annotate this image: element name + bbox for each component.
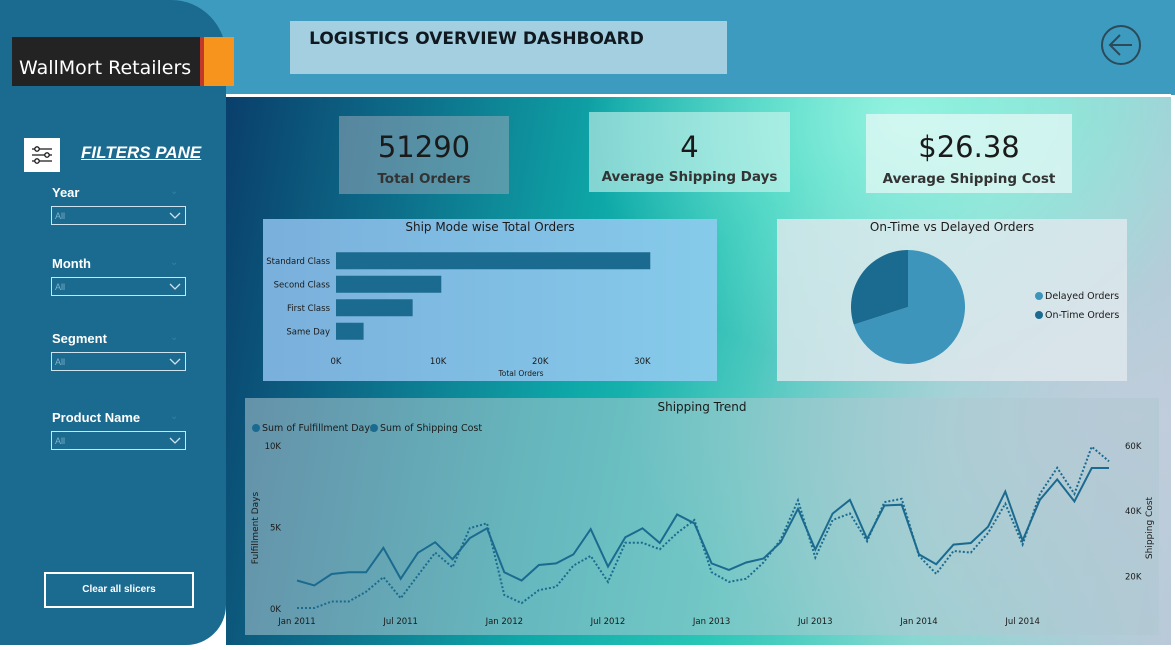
- filters-pane-title: FILTERS PANE: [81, 143, 202, 162]
- x-tick-label: 0K: [331, 357, 342, 367]
- x-tick-label: 20K: [532, 357, 549, 367]
- kpi-label: Average Shipping Cost: [882, 171, 1056, 187]
- year-filter-select[interactable]: All: [51, 206, 186, 225]
- bar-category-label: Second Class: [274, 280, 331, 290]
- back-arrow-icon[interactable]: [1100, 24, 1142, 66]
- y2-axis-title: Shipping Cost: [1145, 496, 1155, 559]
- page-title: LOGISTICS OVERVIEW DASHBOARD: [309, 29, 644, 49]
- y-tick-label: 5K: [270, 524, 281, 534]
- brand-logo: WallMort Retailers: [12, 37, 234, 86]
- y-tick-label: 10K: [265, 442, 282, 452]
- kpi-label: Average Shipping Days: [601, 169, 778, 185]
- bar-category-label: Standard Class: [266, 257, 330, 267]
- legend-label: On-Time Orders: [1045, 310, 1119, 321]
- legend-swatch: [252, 424, 260, 432]
- legend-swatch: [370, 424, 378, 432]
- product-name-filter-select[interactable]: All: [51, 431, 186, 450]
- x-tick-label: Jan 2012: [485, 617, 523, 627]
- year-collapse-chevron-icon[interactable]: ⌄: [170, 186, 178, 197]
- product-name-collapse-chevron-icon[interactable]: ⌄: [170, 411, 178, 422]
- x-tick-label: 30K: [634, 357, 651, 367]
- on-time-vs-delayed-pie-panel: On-Time vs Delayed Orders Delayed Orders…: [777, 219, 1127, 381]
- dashboard-title-box: LOGISTICS OVERVIEW DASHBOARD: [290, 21, 727, 74]
- month-collapse-chevron-icon[interactable]: ⌄: [170, 257, 178, 268]
- kpi-card-average-shipping-cost: $26.38 Average Shipping Cost: [866, 114, 1072, 193]
- chevron-down-icon: [169, 283, 181, 290]
- product-name-filter-value: All: [55, 436, 66, 446]
- year-filter-value: All: [55, 211, 66, 221]
- x-tick-label: 10K: [430, 357, 447, 367]
- logo-orange-block: [204, 37, 234, 86]
- ship-mode-bar-chart: Standard Class Second Class First Class Sam…: [266, 252, 651, 378]
- x-tick-label: Jan 2013: [692, 617, 730, 627]
- legend-label: Sum of Fulfillment Days: [262, 423, 375, 434]
- month-filter-select[interactable]: All: [51, 277, 186, 296]
- bar-category-label: Same Day: [286, 327, 330, 337]
- fulfillment-days-line: [296, 467, 1109, 587]
- kpi-card-average-shipping-days: 4 Average Shipping Days: [589, 112, 790, 192]
- segment-filter-value: All: [55, 357, 66, 367]
- x-axis-title: Total Orders: [497, 369, 543, 378]
- kpi-value: $26.38: [918, 130, 1020, 164]
- shipping-trend-line-chart: Sum of Fulfillment Days Sum of Shipping C…: [251, 423, 1155, 627]
- year-filter-label: Year: [52, 185, 80, 200]
- x-tick-label: Jul 2014: [1004, 617, 1040, 627]
- sliders-icon: [32, 146, 52, 164]
- chevron-down-icon: [169, 212, 181, 219]
- bar-category-label: First Class: [287, 304, 331, 314]
- legend-swatch: [1035, 292, 1043, 300]
- bar: [336, 252, 651, 270]
- month-filter-label: Month: [52, 256, 91, 271]
- kpi-card-total-orders: 51290 Total Orders: [339, 116, 509, 194]
- y-axis-title: Fulfillment Days: [251, 491, 261, 564]
- kpi-value: 4: [680, 130, 699, 164]
- x-tick-label: Jul 2012: [590, 617, 626, 627]
- on-time-vs-delayed-pie-chart: Delayed Orders On-Time Orders: [851, 250, 1119, 364]
- y2-tick-label: 40K: [1125, 507, 1142, 517]
- x-tick-label: Jul 2013: [797, 617, 833, 627]
- y2-tick-label: 60K: [1125, 442, 1142, 452]
- bar: [336, 275, 442, 293]
- month-filter-value: All: [55, 282, 66, 292]
- legend-label: Sum of Shipping Cost: [380, 423, 482, 434]
- kpi-value: 51290: [377, 130, 471, 164]
- product-name-filter-label: Product Name: [52, 410, 141, 425]
- segment-filter-select[interactable]: All: [51, 352, 186, 371]
- kpi-label: Total Orders: [377, 171, 471, 187]
- chevron-down-icon: [169, 437, 181, 444]
- shipping-trend-panel: Shipping Trend Sum of Fulfillment Days Su…: [245, 398, 1159, 635]
- clear-all-slicers-button[interactable]: Clear all slicers: [44, 572, 194, 608]
- segment-collapse-chevron-icon[interactable]: ⌄: [170, 332, 178, 343]
- chevron-down-icon: [169, 358, 181, 365]
- x-tick-label: Jul 2011: [382, 617, 418, 627]
- bar: [336, 322, 364, 340]
- x-tick-label: Jan 2011: [277, 617, 315, 627]
- y-tick-label: 0K: [270, 605, 281, 615]
- filters-toggle-button[interactable]: [24, 138, 60, 172]
- ship-mode-bar-chart-panel: Ship Mode wise Total Orders Standard Cla…: [263, 219, 717, 381]
- legend-label: Delayed Orders: [1045, 291, 1119, 302]
- segment-filter-label: Segment: [52, 331, 107, 346]
- filters-sidebar: WallMort Retailers FILTERS PANE Year ⌄ A…: [0, 0, 234, 645]
- brand-name: WallMort Retailers: [19, 57, 192, 79]
- y2-tick-label: 20K: [1125, 572, 1142, 582]
- bar: [336, 299, 413, 317]
- x-tick-label: Jan 2014: [899, 617, 937, 627]
- legend-swatch: [1035, 311, 1043, 319]
